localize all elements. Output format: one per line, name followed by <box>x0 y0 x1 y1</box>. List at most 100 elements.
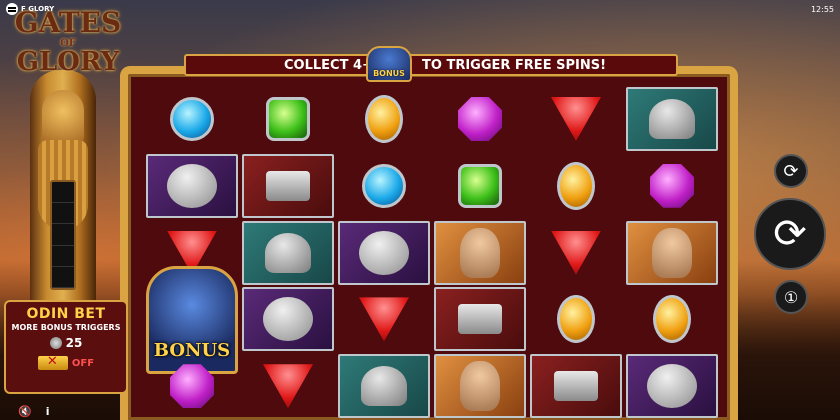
coin-icon <box>49 337 62 349</box>
spin-icon: ⟳ <box>773 211 807 257</box>
hammer-tile <box>434 287 526 352</box>
bottom-left-controls: 🔇 i <box>18 405 49 418</box>
viking-symbol <box>432 353 528 419</box>
viking-icon <box>460 361 500 412</box>
blue-gem-symbol <box>336 153 432 219</box>
odin-bet-cost-value: 25 <box>65 336 83 350</box>
logo-line-glory: GLORY <box>16 47 120 77</box>
turbo-icon: ① <box>783 287 799 307</box>
red-gem-symbol <box>336 286 432 352</box>
helmet-tile <box>626 87 718 151</box>
info-icon[interactable]: i <box>46 405 50 418</box>
autoplay-icon: ⟳ <box>783 160 799 182</box>
axe-symbol <box>624 353 720 419</box>
odin-bet-state: OFF <box>71 357 95 369</box>
helmet-tile <box>242 220 334 285</box>
banner-bonus-label: BONUS <box>373 69 405 78</box>
purple-gem-icon <box>650 163 694 208</box>
blue-gem-icon <box>362 163 406 208</box>
odin-bet-subtitle: MORE BONUS TRIGGERS <box>11 323 121 332</box>
green-gem-symbol <box>432 153 528 219</box>
axe-tile <box>242 287 334 352</box>
orange-gem-symbol <box>528 153 624 219</box>
blue-gem-icon <box>170 97 214 141</box>
orange-gem-icon <box>653 295 691 344</box>
autoplay-button[interactable]: ⟳ <box>774 154 808 188</box>
bonus-meter <box>50 180 76 290</box>
odin-bet-panel[interactable]: ODIN BET MORE BONUS TRIGGERS 25 OFF <box>4 300 128 394</box>
viking-symbol <box>432 220 528 286</box>
banner-right-text: TO TRIGGER FREE SPINS! <box>422 57 606 73</box>
helmet-symbol <box>240 220 336 286</box>
hammer-tile <box>242 153 334 218</box>
viking-icon <box>652 227 692 278</box>
helmet-symbol <box>336 353 432 419</box>
red-gem-symbol <box>528 86 624 152</box>
orange-gem-symbol <box>528 286 624 352</box>
collect-banner: COLLECT 4+ TO TRIGGER FREE SPINS! <box>184 54 678 76</box>
hammer-symbol <box>432 286 528 352</box>
helmet-tile <box>338 354 430 419</box>
game-brand: F GLORY <box>6 3 54 15</box>
blue-gem-symbol <box>144 86 240 152</box>
purple-gem-icon <box>458 97 502 141</box>
hammer-icon <box>554 371 598 402</box>
green-gem-icon <box>458 163 502 208</box>
hammer-icon <box>458 304 502 335</box>
banner-bonus-icon: BONUS <box>366 46 412 82</box>
helmet-symbol <box>624 86 720 152</box>
orange-gem-icon <box>557 161 595 210</box>
hammer-symbol <box>240 153 336 219</box>
green-gem-symbol <box>240 86 336 152</box>
turbo-button[interactable]: ① <box>774 280 808 314</box>
viking-tile <box>434 220 526 285</box>
green-gem-icon <box>266 97 310 141</box>
viking-tile <box>626 220 718 285</box>
red-gem-icon <box>551 230 601 275</box>
red-gem-symbol <box>528 220 624 286</box>
hammer-icon <box>266 170 310 201</box>
purple-gem-symbol <box>624 153 720 219</box>
viking-symbol <box>624 220 720 286</box>
game-logo: GATES OF GLORY <box>6 8 130 82</box>
axe-symbol <box>240 286 336 352</box>
helmet-icon <box>361 366 407 407</box>
brand-text: F GLORY <box>21 5 55 13</box>
hammer-tile <box>530 354 622 419</box>
viking-tile <box>434 354 526 419</box>
red-gem-icon <box>551 97 601 141</box>
axe-icon <box>359 230 409 275</box>
red-gem-symbol <box>240 353 336 419</box>
axe-tile <box>626 354 718 419</box>
axe-symbol <box>144 153 240 219</box>
odin-statue <box>30 70 96 310</box>
orange-gem-icon <box>557 295 595 344</box>
toggle-off-icon[interactable] <box>37 354 68 370</box>
top-bar: F GLORY 12:55 <box>0 0 840 18</box>
reel-grid: BONUS <box>144 86 720 420</box>
odin-bet-title: ODIN BET <box>26 306 106 322</box>
axe-tile <box>338 220 430 285</box>
axe-icon <box>263 297 313 342</box>
axe-icon <box>647 364 697 409</box>
banner-left-text: COLLECT 4+ <box>284 57 373 73</box>
purple-gem-symbol <box>432 86 528 152</box>
orange-gem-icon <box>365 95 403 143</box>
skull-icon <box>6 3 18 15</box>
clock: 12:55 <box>810 4 834 14</box>
axe-icon <box>167 163 217 208</box>
red-gem-icon <box>359 297 409 342</box>
orange-gem-symbol <box>336 86 432 152</box>
viking-icon <box>460 227 500 278</box>
red-gem-icon <box>263 364 313 409</box>
helmet-icon <box>649 99 695 139</box>
purple-gem-icon <box>170 364 214 409</box>
axe-symbol <box>336 220 432 286</box>
odin-bet-cost: 25 <box>6 336 126 350</box>
helmet-icon <box>265 232 311 273</box>
speaker-mute-icon[interactable]: 🔇 <box>18 405 32 418</box>
odin-bet-toggle[interactable]: OFF <box>6 354 126 370</box>
orange-gem-symbol <box>624 286 720 352</box>
hammer-symbol <box>528 353 624 419</box>
spin-button[interactable]: ⟳ <box>754 198 826 270</box>
